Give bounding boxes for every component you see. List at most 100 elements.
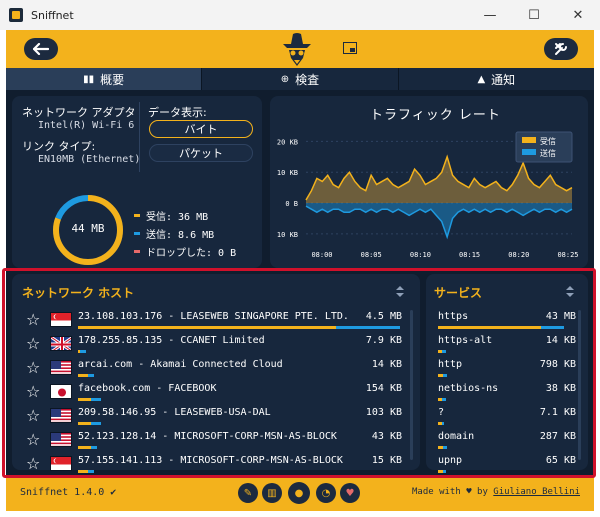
host-row[interactable]: ☆ arcai.com - Akamai Connected Cloud 14 KB [12, 358, 422, 381]
host-row[interactable]: ☆ 52.123.128.14 - MICROSOFT-CORP-MSN-AS-B… [12, 430, 422, 453]
service-label: netbios-ns [438, 383, 499, 394]
hosts-scrollbar[interactable] [410, 310, 413, 460]
x-tick-label: 08:20 [508, 251, 529, 259]
legend-dropped: ドロップした: 0 B [134, 244, 236, 259]
tab-inspect[interactable]: ⊕ 検査 [202, 68, 399, 90]
series-area-sent [306, 203, 572, 237]
x-tick-label: 08:15 [459, 251, 480, 259]
main-tabs: ▮▮ 概要 ⊕ 検査 ▲ 通知 [6, 68, 594, 90]
host-label: arcai.com - Akamai Connected Cloud [78, 359, 283, 370]
host-label: 57.155.141.113 - MICROSOFT-CORP-MSN-AS-B… [78, 455, 343, 466]
flag-sg-icon [50, 312, 72, 327]
host-value: 7.9 KB [365, 335, 402, 346]
legend-label: 送信 [540, 148, 556, 158]
services-sort-icon[interactable] [566, 286, 574, 298]
host-sent-bar [87, 470, 95, 473]
service-sent-bar [443, 446, 447, 449]
service-row[interactable]: upnp 65 KB [426, 454, 588, 477]
service-received-bar [438, 326, 542, 329]
host-sent-bar [90, 398, 101, 401]
host-row[interactable]: ☆ 178.255.85.135 - CCANET Limited 7.9 KB [12, 334, 422, 357]
host-row[interactable]: ☆ 23.108.103.176 - LEASEWEB SINGAPORE PTE… [12, 310, 422, 333]
tab-notifications[interactable]: ▲ 通知 [398, 68, 594, 90]
host-sent-bar [80, 350, 87, 353]
rss-icon[interactable]: ◔ [316, 483, 336, 503]
github-icon[interactable]: ● [288, 482, 310, 504]
host-label: 23.108.103.176 - LEASEWEB SINGAPORE PTE.… [78, 311, 349, 322]
hosts-sort-icon[interactable] [396, 286, 404, 298]
service-row[interactable]: ? 7.1 KB [426, 406, 588, 429]
header-bar [6, 30, 594, 68]
tab-overview[interactable]: ▮▮ 概要 [6, 68, 203, 90]
chart-icon: ▮▮ [83, 73, 95, 85]
minimize-button[interactable]: — [468, 0, 512, 30]
host-row[interactable]: ☆ facebook.com - FACEBOOK 154 KB [12, 382, 422, 405]
info-divider [139, 102, 140, 172]
donut-total: 44 MB [71, 222, 105, 235]
link-type-value: EN10MB (Ethernet) [38, 154, 141, 165]
service-value: 798 KB [539, 359, 576, 370]
service-row[interactable]: https-alt 14 KB [426, 334, 588, 357]
author-link[interactable]: Giuliano Bellini [493, 487, 580, 497]
display-bytes-button[interactable]: バイト [149, 120, 253, 138]
series-area-received [306, 156, 572, 204]
legend-sent: 送信: 8.6 MB [134, 226, 214, 241]
host-value: 154 KB [365, 383, 402, 394]
favorite-star-icon[interactable]: ☆ [26, 360, 40, 376]
data-display-label: データ表示: [148, 106, 207, 119]
service-row[interactable]: https 43 MB [426, 310, 588, 333]
service-row[interactable]: netbios-ns 38 KB [426, 382, 588, 405]
host-value: 15 KB [371, 455, 402, 466]
heart-icon: ♥ [466, 487, 472, 497]
host-sent-bar [90, 446, 98, 449]
host-label: 209.58.146.95 - LEASEWEB-USA-DAL [78, 407, 271, 418]
close-button[interactable]: ✕ [556, 0, 600, 30]
flag-us-icon [50, 432, 72, 447]
adapter-label: ネットワーク アダプタ [22, 106, 136, 119]
flag-gb-icon [50, 336, 72, 351]
maximize-button[interactable]: ☐ [512, 0, 556, 30]
host-received-bar [78, 398, 91, 401]
service-label: https-alt [438, 335, 493, 346]
legend-swatch [522, 149, 536, 155]
service-row[interactable]: domain 287 KB [426, 430, 588, 453]
services-scrollbar[interactable] [578, 310, 581, 460]
service-label: upnp [438, 455, 463, 466]
favorite-star-icon[interactable]: ☆ [26, 432, 40, 448]
favorite-star-icon[interactable]: ☆ [26, 384, 40, 400]
service-sent-bar [441, 350, 446, 353]
settings-button[interactable] [544, 38, 578, 60]
host-value: 103 KB [365, 407, 402, 418]
x-tick-label: 08:00 [311, 251, 332, 259]
host-received-bar [78, 326, 336, 329]
arrow-left-icon [33, 43, 49, 55]
host-value: 43 KB [371, 431, 402, 442]
service-value: 287 KB [539, 431, 576, 442]
back-button[interactable] [24, 38, 58, 60]
window-controls: — ☐ ✕ [468, 0, 600, 30]
host-row[interactable]: ☆ 57.155.141.113 - MICROSOFT-CORP-MSN-AS-… [12, 454, 422, 477]
host-sent-bar [87, 374, 95, 377]
style-icon[interactable]: ✎ [238, 483, 258, 503]
service-sent-bar [441, 422, 445, 425]
window-titlebar: Sniffnet — ☐ ✕ [0, 0, 600, 30]
favorite-star-icon[interactable]: ☆ [26, 336, 40, 352]
host-row[interactable]: ☆ 209.58.146.95 - LEASEWEB-USA-DAL 103 KB [12, 406, 422, 429]
inspect-icon: ⊕ [280, 73, 290, 85]
service-sent-bar [441, 398, 446, 401]
service-label: http [438, 359, 463, 370]
picture-in-picture-icon[interactable] [343, 42, 357, 54]
host-sent-bar [335, 326, 400, 329]
hosts-title: ネットワーク ホスト [22, 286, 135, 300]
host-received-bar [78, 374, 88, 377]
service-row[interactable]: http 798 KB [426, 358, 588, 381]
book-icon[interactable]: ▥ [262, 483, 282, 503]
flag-jp-icon [50, 384, 72, 399]
heart-sponsor-icon[interactable]: ♥ [340, 483, 360, 503]
y-tick-label: 10 KB [277, 231, 298, 239]
favorite-star-icon[interactable]: ☆ [26, 456, 40, 472]
sniffnet-logo [283, 33, 311, 66]
favorite-star-icon[interactable]: ☆ [26, 312, 40, 328]
favorite-star-icon[interactable]: ☆ [26, 408, 40, 424]
display-packets-button[interactable]: パケット [149, 144, 253, 162]
